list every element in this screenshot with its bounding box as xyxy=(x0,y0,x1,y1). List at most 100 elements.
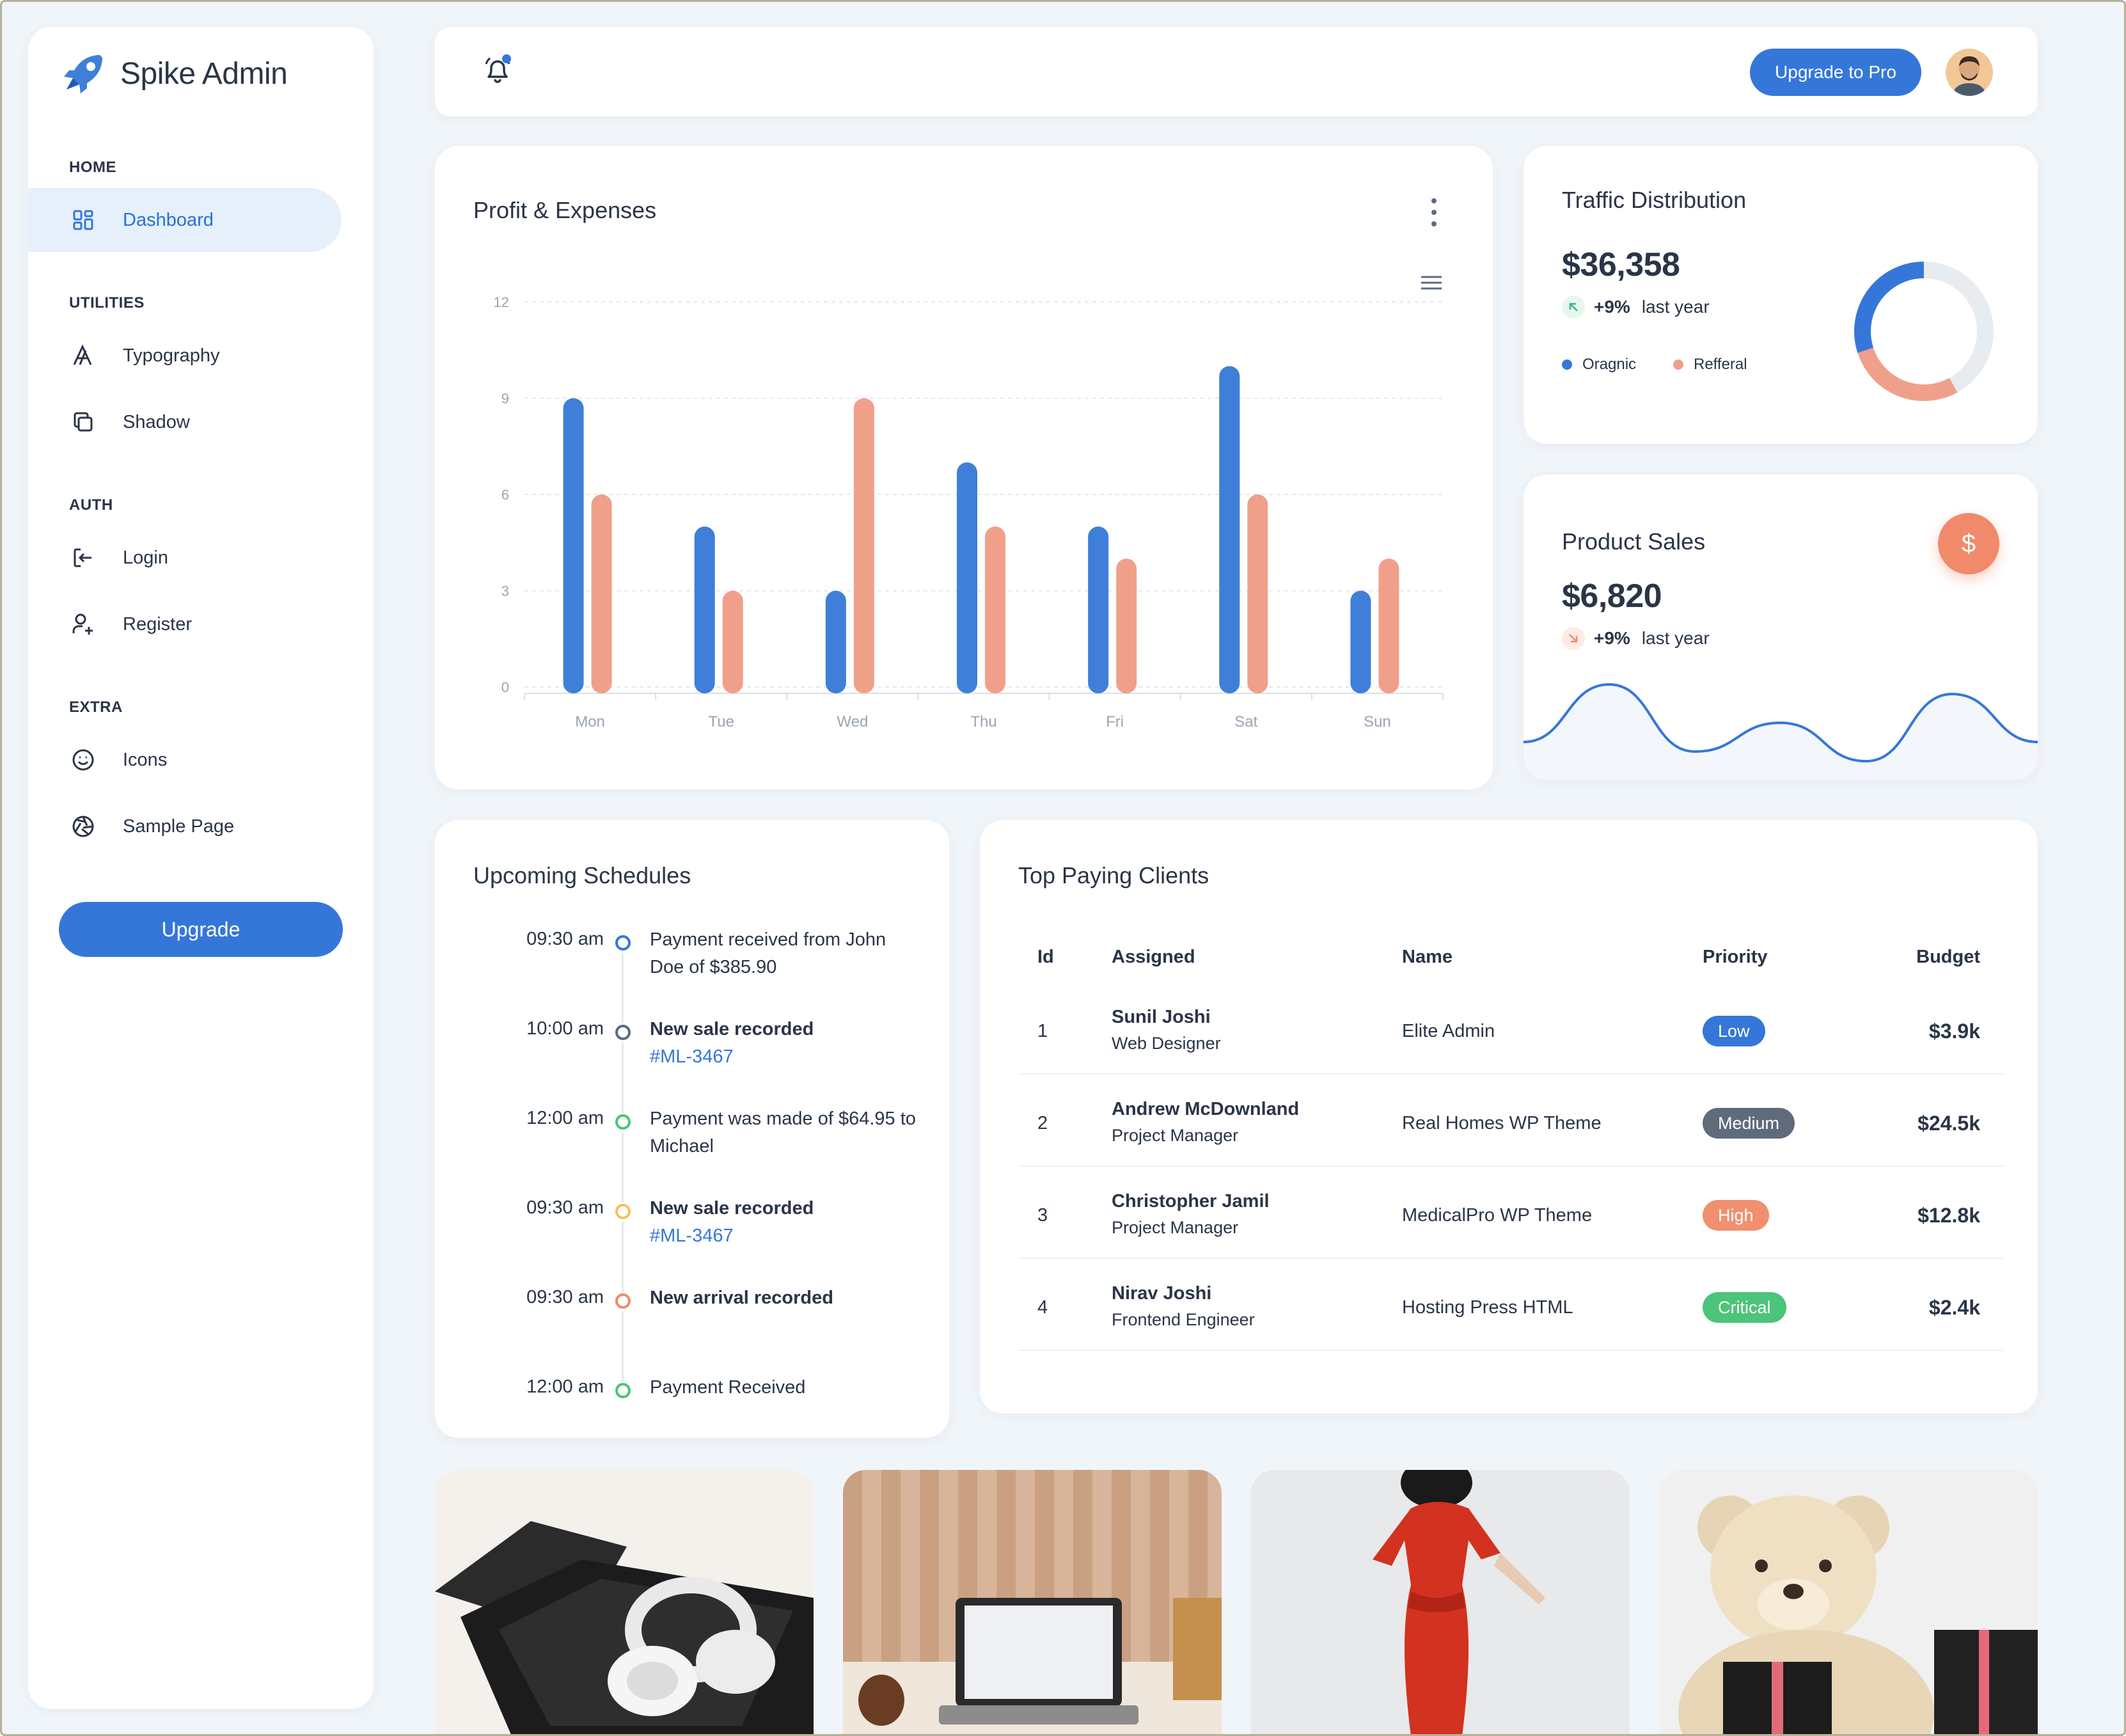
y-tick-label: 6 xyxy=(501,487,509,503)
sidebar-item-register[interactable]: Register xyxy=(28,592,342,656)
bar-expense-fri xyxy=(1116,558,1137,693)
traffic-donut-chart xyxy=(1854,262,1994,401)
traffic-trend: +9% last year xyxy=(1562,296,1710,319)
legend-organic: Oragnic xyxy=(1562,356,1636,374)
red-dress-image xyxy=(1251,1470,1630,1736)
headphones-case-image xyxy=(435,1470,814,1736)
login-icon xyxy=(70,545,96,571)
product-tile[interactable] xyxy=(1659,1470,2038,1736)
nav-section-utilities: UTILITIES xyxy=(69,294,145,312)
bar-profit-mon xyxy=(563,398,584,693)
upgrade-button[interactable]: Upgrade xyxy=(59,902,343,957)
brand-name: Spike Admin xyxy=(120,56,288,91)
priority-badge: High xyxy=(1703,1200,1769,1231)
client-id: 1 xyxy=(1037,1021,1048,1041)
schedule-text: New arrival recorded xyxy=(650,1284,918,1312)
sidebar-item-shadow[interactable]: Shadow xyxy=(28,390,342,454)
schedule-time: 12:00 am xyxy=(526,1108,604,1128)
top-header: Upgrade to Pro xyxy=(435,27,2038,116)
notification-bell-button[interactable] xyxy=(480,52,516,91)
client-id: 3 xyxy=(1037,1205,1048,1226)
x-tick-label: Thu xyxy=(970,713,996,730)
brand-logo[interactable]: Spike Admin xyxy=(61,51,288,96)
sidebar-item-label: Register xyxy=(123,613,192,635)
bar-expense-sun xyxy=(1378,558,1399,693)
y-tick-label: 12 xyxy=(494,294,509,310)
schedule-time: 09:30 am xyxy=(526,1197,604,1218)
sidebar-item-label: Shadow xyxy=(123,411,190,432)
bar-profit-wed xyxy=(825,590,846,693)
schedule-description: New sale recorded xyxy=(650,1019,814,1039)
client-name: Sunil Joshi xyxy=(1112,1007,1211,1027)
user-avatar[interactable] xyxy=(1946,49,1993,96)
schedule-text: Payment was made of $64.95 to Michael xyxy=(650,1105,918,1160)
table-row-divider xyxy=(1018,1073,2003,1075)
traffic-period: last year xyxy=(1641,297,1710,317)
top-paying-clients-card: Top Paying Clients Id Assigned Name Prio… xyxy=(980,820,2038,1414)
sidebar-item-dashboard[interactable]: Dashboard xyxy=(28,188,342,252)
table-row-divider xyxy=(1018,1258,2003,1259)
legend-dot xyxy=(1562,359,1572,370)
sidebar-item-icons[interactable]: Icons xyxy=(28,728,342,792)
timeline-dot xyxy=(615,1383,631,1398)
sidebar-item-sample-page[interactable]: Sample Page xyxy=(28,794,342,858)
rocket-logo-icon xyxy=(64,55,102,93)
timeline-connector xyxy=(622,1311,624,1382)
client-name: Andrew McDownland xyxy=(1112,1099,1300,1119)
bar-profit-tue xyxy=(694,526,715,693)
bar-expense-sat xyxy=(1247,494,1268,693)
priority-badge: Critical xyxy=(1703,1292,1786,1323)
schedule-text: Payment received from John Doe of $385.9… xyxy=(650,926,918,981)
timeline-connector xyxy=(622,1222,624,1292)
timeline-dot xyxy=(615,935,631,951)
schedule-link[interactable]: #ML-3467 xyxy=(650,1226,734,1246)
sidebar-item-typography[interactable]: Typography xyxy=(28,324,342,388)
product-tile[interactable] xyxy=(843,1470,1222,1736)
dollar-icon[interactable]: $ xyxy=(1938,513,1999,574)
sidebar-item-login[interactable]: Login xyxy=(28,526,342,590)
sidebar-item-label: Icons xyxy=(123,749,168,770)
client-budget: $3.9k xyxy=(1928,1020,1980,1043)
user-plus-icon xyxy=(70,612,96,637)
client-role: Web Designer xyxy=(1112,1034,1221,1053)
card-title: Upcoming Schedules xyxy=(473,862,691,888)
schedule-time: 09:30 am xyxy=(526,929,604,949)
schedule-description: Payment received from John Doe of $385.9… xyxy=(650,929,886,977)
schedule-description: Payment was made of $64.95 to Michael xyxy=(650,1109,916,1156)
profit-expenses-card: Profit & Expenses 0 3 6 9 12 Mon Tue Wed Thu Fri S… xyxy=(435,146,1493,789)
arrow-down-right-icon xyxy=(1562,627,1585,650)
product-tile[interactable] xyxy=(435,1470,814,1736)
legend-dot xyxy=(1673,359,1683,370)
schedule-time: 09:30 am xyxy=(526,1287,604,1307)
card-title: Traffic Distribution xyxy=(1562,187,1747,213)
schedule-description: New arrival recorded xyxy=(650,1288,833,1308)
timeline-dot xyxy=(615,1293,631,1309)
client-budget: $24.5k xyxy=(1917,1112,1980,1135)
legend-label: Refferal xyxy=(1694,356,1747,373)
timeline-dot xyxy=(615,1114,631,1130)
laptop-desk-image xyxy=(843,1470,1222,1736)
timeline-connector xyxy=(622,1132,624,1203)
schedule-link[interactable]: #ML-3467 xyxy=(650,1046,734,1067)
product-tile[interactable] xyxy=(1251,1470,1630,1736)
sidebar-item-label: Dashboard xyxy=(123,209,214,230)
x-tick-label: Sat xyxy=(1234,713,1257,730)
product-sales-area-chart xyxy=(1524,683,2038,780)
traffic-distribution-card: Traffic Distribution $36,358 +9% last ye… xyxy=(1524,146,2038,444)
nav-section-auth: AUTH xyxy=(69,496,113,514)
upgrade-to-pro-button[interactable]: Upgrade to Pro xyxy=(1750,49,1921,96)
timeline-connector xyxy=(622,1043,624,1113)
dashboard-grid-icon xyxy=(70,207,96,233)
x-tick-label: Wed xyxy=(837,713,868,730)
sidebar-item-label: Typography xyxy=(123,345,220,366)
table-row-divider xyxy=(1018,1165,2003,1167)
column-header-id: Id xyxy=(1037,947,1054,967)
client-id: 4 xyxy=(1037,1297,1048,1318)
y-tick-label: 3 xyxy=(501,583,509,599)
bar-profit-fri xyxy=(1088,526,1109,693)
card-title: Top Paying Clients xyxy=(1018,862,1209,888)
traffic-amount: $36,358 xyxy=(1562,246,1680,283)
legend-label: Oragnic xyxy=(1582,356,1637,373)
column-header-budget: Budget xyxy=(1916,947,1980,967)
client-id: 2 xyxy=(1037,1113,1048,1133)
